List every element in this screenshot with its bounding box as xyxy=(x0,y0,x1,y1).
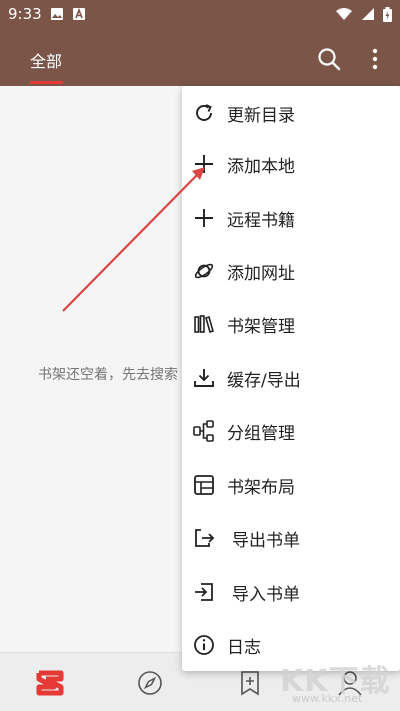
bookmark-add-icon[interactable] xyxy=(236,669,264,697)
info-icon xyxy=(194,635,214,655)
menu-label: 远程书籍 xyxy=(227,210,295,231)
overflow-menu: 更新目录 添加本地 远程书籍 添加网址 书架管理 缓存/导出 分组管理 书架布局… xyxy=(182,86,400,671)
menu-label: 缓存/导出 xyxy=(227,370,301,391)
menu-item-add-local[interactable]: 添加本地 xyxy=(182,137,400,191)
empty-message: 书架还空着，先去搜索 xyxy=(38,367,178,383)
menu-item-update-catalog[interactable]: 更新目录 xyxy=(182,86,400,140)
menu-label: 添加本地 xyxy=(227,156,295,177)
battery-icon xyxy=(383,6,392,22)
download-icon xyxy=(194,369,214,387)
a-icon xyxy=(72,7,85,20)
tab-indicator xyxy=(30,81,63,84)
menu-item-log[interactable]: 日志 xyxy=(182,618,400,672)
plus-icon xyxy=(195,155,213,173)
group-icon xyxy=(193,420,214,442)
tab-all[interactable]: 全部 xyxy=(30,48,62,72)
profile-icon[interactable] xyxy=(336,669,364,697)
image-icon xyxy=(50,8,63,20)
menu-item-remote-books[interactable]: 远程书籍 xyxy=(182,191,400,245)
app-bar: 全部 xyxy=(0,28,400,86)
status-bar: 9:33 xyxy=(0,0,400,28)
more-vert-icon[interactable] xyxy=(362,46,388,72)
import-icon xyxy=(195,583,213,601)
layout-icon xyxy=(194,475,214,495)
menu-label: 更新目录 xyxy=(227,105,295,126)
bookshelf-nav-icon[interactable] xyxy=(36,669,64,697)
menu-label: 导入书单 xyxy=(232,584,300,605)
menu-item-bookshelf-layout[interactable]: 书架布局 xyxy=(182,458,400,512)
menu-item-export-booklist[interactable]: 导出书单 xyxy=(182,511,400,565)
search-icon[interactable] xyxy=(316,46,342,72)
export-icon xyxy=(195,529,215,547)
menu-item-cache-export[interactable]: 缓存/导出 xyxy=(182,351,400,405)
menu-label: 日志 xyxy=(227,637,261,658)
bookshelf-icon xyxy=(194,315,214,334)
menu-item-add-url[interactable]: 添加网址 xyxy=(182,244,400,298)
menu-label: 书架管理 xyxy=(227,316,295,337)
wifi-icon xyxy=(336,8,352,20)
planet-icon xyxy=(194,263,214,279)
menu-label: 分组管理 xyxy=(227,423,295,444)
menu-label: 书架布局 xyxy=(227,477,295,498)
menu-item-bookshelf-manage[interactable]: 书架管理 xyxy=(182,297,400,351)
explore-icon[interactable] xyxy=(136,669,164,697)
refresh-icon xyxy=(196,104,212,121)
menu-item-group-manage[interactable]: 分组管理 xyxy=(182,404,400,458)
menu-item-import-booklist[interactable]: 导入书单 xyxy=(182,565,400,619)
signal-icon xyxy=(362,8,374,20)
plus-icon xyxy=(195,209,213,227)
status-time: 9:33 xyxy=(8,5,42,23)
menu-label: 导出书单 xyxy=(232,530,300,551)
menu-label: 添加网址 xyxy=(227,263,295,284)
